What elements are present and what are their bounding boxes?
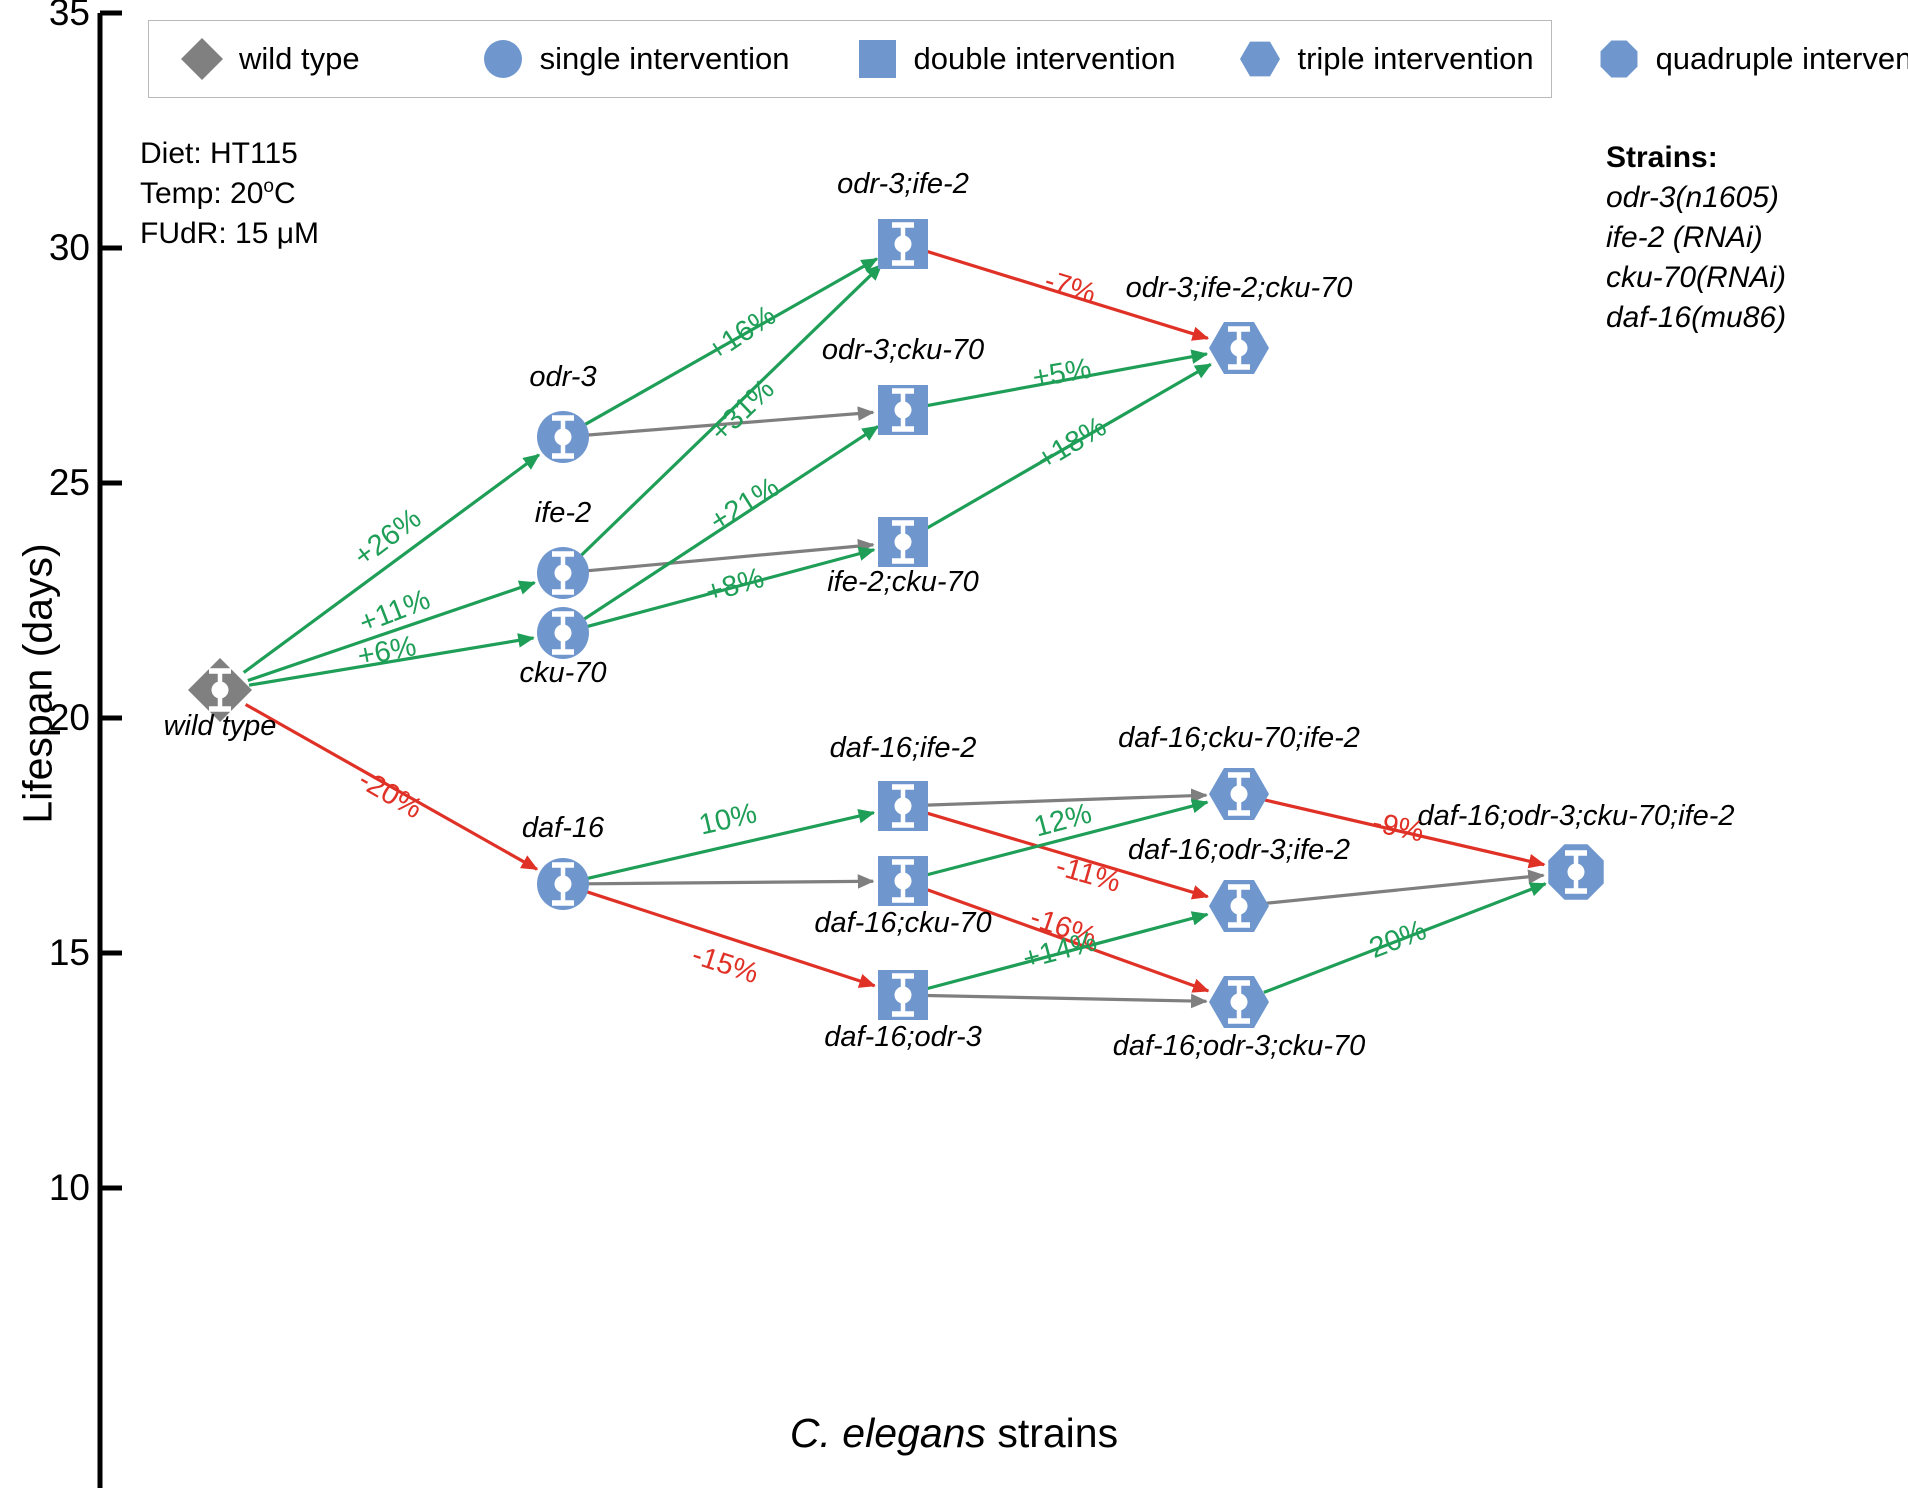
temp-value: Temp: 20 [140,176,264,210]
circle-marker [480,36,526,82]
node-label: ife-2 [534,497,592,529]
legend-item-circle[interactable]: single intervention [480,36,790,82]
node-label: daf-16;odr-3;ife-2 [1128,834,1350,866]
node-marker [878,856,928,906]
node-label: daf-16;cku-70;ife-2 [1118,722,1360,754]
node-marker [537,411,589,463]
strain-item: ife-2 (RNAi) [1606,220,1763,254]
legend-item-hexagon[interactable]: triple intervention [1237,36,1534,82]
octagon-marker [1596,36,1642,82]
node-marker [1209,322,1269,374]
x-axis-title-suffix: strains [985,1410,1119,1456]
conditions-annotation: Diet: HT115 Temp: 20oC FUdR: 15 μM [140,134,319,254]
node-label: daf-16;ife-2 [829,732,977,764]
strain-item: cku-70(RNAi) [1606,260,1787,294]
node-marker [878,517,928,567]
strain-item: odr-3(n1605) [1606,180,1779,214]
y-tick-label: 30 [48,227,90,268]
node-marker [1209,880,1269,932]
square-marker [854,36,900,82]
lifespan-epistasis-figure: 35 30 25 20 15 10 Lifespan (days) C. elegans … [0,0,1908,1488]
legend-item-label: triple intervention [1297,41,1534,76]
node-marker [878,385,928,435]
node-marker [878,781,928,831]
node-label: odr-3;cku-70 [821,334,985,366]
node-label: daf-16;odr-3;cku-70 [1112,1030,1366,1062]
node-label: daf-16;odr-3;cku-70;ife-2 [1417,800,1735,832]
x-axis-title-species: C. elegans [789,1410,986,1456]
node-label: odr-3;ife-2 [837,168,969,200]
strains-annotation: Strains: odr-3(n1605) ife-2 (RNAi) cku-7… [1606,138,1786,337]
node-marker [878,970,928,1020]
y-tick-label: 35 [48,0,90,33]
legend-item-label: single intervention [539,41,790,76]
strains-header: Strains: [1606,141,1718,174]
node-marker [878,219,928,269]
degree-icon: o [263,175,274,197]
node-marker [537,858,589,910]
x-axis-title: C. elegans strains [0,1410,1908,1457]
diamond-marker [179,36,225,82]
node-label: ife-2;cku-70 [827,566,979,598]
hexagon-marker [1237,36,1283,82]
node-label: odr-3 [529,361,597,393]
node-label: daf-16;cku-70 [814,907,992,939]
y-axis [97,10,122,1488]
temperature-line: Temp: 20oC [140,174,319,214]
node-label: odr-3;ife-2;cku-70 [1125,272,1353,304]
y-tick-label: 15 [48,932,90,973]
legend-item-octagon[interactable]: quadruple intervention [1596,36,1908,82]
node-marker [537,547,589,599]
legend-item-square[interactable]: double intervention [854,36,1176,82]
legend: wild type single intervention double inter… [148,20,1908,98]
node-marker [537,607,589,659]
y-tick-label: 10 [48,1167,90,1208]
fudr-line: FUdR: 15 μM [140,216,319,250]
legend-item-label: double intervention [913,41,1176,76]
node-marker [1548,844,1604,900]
node-label: cku-70 [519,657,607,689]
y-axis-title: Lifespan (days) [14,543,61,824]
node-marker [1209,976,1269,1028]
legend-item-label: quadruple intervention [1655,41,1908,76]
strain-item: daf-16(mu86) [1606,300,1787,334]
node-label: wild type [163,710,277,742]
legend-item-label: wild type [239,41,360,76]
node-label: daf-16;odr-3 [824,1021,982,1053]
legend-item-diamond[interactable]: wild type [179,36,360,82]
diet-line: Diet: HT115 [140,137,298,170]
node-marker [1209,768,1269,820]
node-label: daf-16 [521,812,605,844]
temp-unit: C [273,176,296,210]
